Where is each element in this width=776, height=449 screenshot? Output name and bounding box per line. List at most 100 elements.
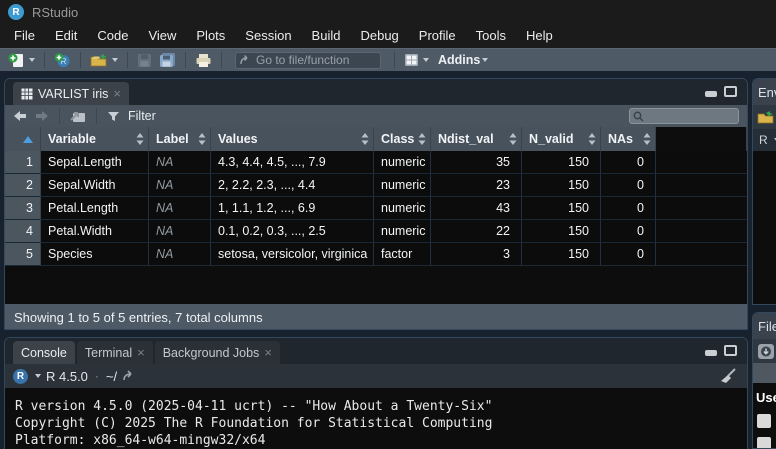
cell-class: numeric xyxy=(374,174,431,197)
save-all-icon xyxy=(159,52,176,68)
r-version-label: R 4.5.0 xyxy=(46,369,88,384)
goto-arrow-icon xyxy=(240,55,252,66)
tab-terminal[interactable]: Terminal × xyxy=(77,341,153,364)
addins-caret-icon xyxy=(482,58,488,62)
terminal-tab-label: Terminal xyxy=(85,346,132,360)
file-checkbox[interactable] xyxy=(757,437,771,449)
cell-nas: 0 xyxy=(601,220,656,243)
save-all-button[interactable] xyxy=(157,51,178,69)
minimize-pane-icon[interactable] xyxy=(705,350,717,356)
r-engine-icon[interactable]: R xyxy=(13,369,28,384)
save-icon xyxy=(137,53,152,68)
cell-variable: Petal.Length xyxy=(41,197,149,220)
column-header-nas[interactable]: NAs xyxy=(601,127,656,151)
new-project-icon: R xyxy=(54,52,71,69)
table-row[interactable]: 1 Sepal.Length NA 4.3, 4.4, 4.5, ..., 7.… xyxy=(5,151,747,174)
table-row[interactable]: 4 Petal.Width NA 0.1, 0.2, 0.3, ..., 2.5… xyxy=(5,220,747,243)
toolbar-separator xyxy=(221,52,222,68)
new-project-button[interactable]: R xyxy=(52,51,73,70)
panes-layout-button[interactable] xyxy=(402,52,431,68)
open-file-button[interactable] xyxy=(88,52,120,69)
file-checkbox[interactable] xyxy=(757,414,771,428)
addins-button[interactable]: Addins xyxy=(438,53,488,67)
cell-label: NA xyxy=(149,243,211,266)
row-filler xyxy=(656,174,747,197)
menu-debug[interactable]: Debug xyxy=(350,24,408,48)
load-workspace-icon[interactable] xyxy=(757,110,775,125)
menu-profile[interactable]: Profile xyxy=(409,24,466,48)
close-tab-icon[interactable]: × xyxy=(264,348,272,358)
tab-console[interactable]: Console xyxy=(13,341,75,364)
forward-icon[interactable] xyxy=(34,110,49,122)
files-column-label: User xyxy=(753,383,776,405)
cell-n-valid: 150 xyxy=(522,174,601,197)
new-file-caret-icon xyxy=(29,58,35,62)
new-file-button[interactable] xyxy=(6,51,37,70)
column-header-class[interactable]: Class xyxy=(374,127,431,151)
column-header-n-valid[interactable]: N_valid xyxy=(522,127,601,151)
new-file-blank-icon[interactable] xyxy=(757,343,775,360)
console-output[interactable]: R version 4.5.0 (2025-04-11 ucrt) -- "Ho… xyxy=(5,388,747,449)
back-icon[interactable] xyxy=(13,110,28,122)
menu-plots[interactable]: Plots xyxy=(186,24,235,48)
files-path-bar xyxy=(753,363,776,383)
row-filler xyxy=(656,243,747,266)
table-search-input[interactable] xyxy=(646,110,735,122)
new-file-icon xyxy=(8,52,25,69)
toolbar-separator xyxy=(44,52,45,68)
maximize-pane-icon[interactable] xyxy=(724,86,737,97)
menu-tools[interactable]: Tools xyxy=(466,24,516,48)
menu-file[interactable]: File xyxy=(4,24,45,48)
console-tab-label: Console xyxy=(21,346,67,360)
console-tab-strip: Console Terminal × Background Jobs × xyxy=(5,338,747,364)
column-header-variable[interactable]: Variable xyxy=(41,127,149,151)
cell-ndist-val: 43 xyxy=(431,197,522,220)
table-row[interactable]: 2 Sepal.Width NA 2, 2.2, 2.3, ..., 4.4 n… xyxy=(5,174,747,197)
menu-bar: File Edit Code View Plots Session Build … xyxy=(0,24,776,48)
open-folder-icon xyxy=(90,53,108,68)
menu-code[interactable]: Code xyxy=(87,24,138,48)
sort-icon xyxy=(643,133,651,145)
minimize-pane-icon[interactable] xyxy=(705,91,717,97)
close-tab-icon[interactable]: × xyxy=(137,348,145,358)
environment-selector[interactable]: R xyxy=(753,129,776,151)
menu-build[interactable]: Build xyxy=(302,24,351,48)
tab-background-jobs[interactable]: Background Jobs × xyxy=(155,341,280,364)
background-jobs-tab-label: Background Jobs xyxy=(163,346,260,360)
cell-label: NA xyxy=(149,220,211,243)
menu-session[interactable]: Session xyxy=(235,24,301,48)
popout-window-icon[interactable] xyxy=(70,110,86,123)
column-label: Label xyxy=(156,132,189,146)
menu-help[interactable]: Help xyxy=(516,24,563,48)
column-header-label[interactable]: Label xyxy=(149,127,211,151)
table-row[interactable]: 5 Species NA setosa, versicolor, virgini… xyxy=(5,243,747,266)
filter-button[interactable]: Filter xyxy=(128,109,156,123)
filter-icon xyxy=(107,111,120,122)
menu-edit[interactable]: Edit xyxy=(45,24,87,48)
cell-class: numeric xyxy=(374,151,431,174)
cell-n-valid: 150 xyxy=(522,220,601,243)
column-header-ndist-val[interactable]: Ndist_val xyxy=(431,127,522,151)
goto-file-function-input[interactable] xyxy=(256,53,411,67)
table-empty-area xyxy=(5,266,747,304)
column-label: Values xyxy=(218,132,258,146)
separator-dot: · xyxy=(95,369,99,383)
menu-view[interactable]: View xyxy=(138,24,186,48)
cell-n-valid: 150 xyxy=(522,151,601,174)
maximize-pane-icon[interactable] xyxy=(724,345,737,356)
save-button[interactable] xyxy=(135,52,154,69)
console-line: Copyright (C) 2025 The R Foundation for … xyxy=(15,415,747,432)
clear-console-icon[interactable] xyxy=(719,368,737,384)
toolbar-separator xyxy=(80,52,81,68)
goto-directory-icon[interactable] xyxy=(122,370,136,382)
table-row[interactable]: 3 Petal.Length NA 1, 1.1, 1.2, ..., 6.9 … xyxy=(5,197,747,220)
column-header-values[interactable]: Values xyxy=(211,127,374,151)
cell-label: NA xyxy=(149,151,211,174)
cell-nas: 0 xyxy=(601,174,656,197)
print-button[interactable] xyxy=(193,52,214,69)
main-toolbar: R Addins xyxy=(0,48,776,71)
close-tab-icon[interactable]: × xyxy=(113,89,121,99)
rownum-header[interactable] xyxy=(5,127,41,151)
tab-varlist-iris[interactable]: VARLIST iris × xyxy=(13,82,129,105)
engine-caret-icon[interactable] xyxy=(35,374,41,378)
